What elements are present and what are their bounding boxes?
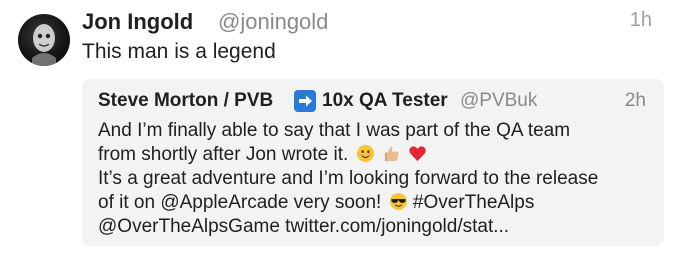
quoted-tweet-timestamp[interactable]: 2h [625,90,646,112]
right-arrow-emoji-icon [294,90,316,112]
quoted-text-segment: from shortly after Jon wrote it. [98,144,349,165]
quoted-text-line: It’s a great adventure and I’m looking f… [98,167,656,191]
hashtag-link[interactable]: #OverTheAlps [413,192,534,213]
sunglasses-face-emoji-icon [389,192,408,211]
quoted-text-line: @OverTheAlpsGame twitter.com/joningold/s… [98,215,656,239]
quoted-tweet-header: Steve Morton / PVB 10x QA Tester @PVBuk … [98,90,650,118]
quoted-text-line: of it on @AppleArcade very soon! #OverTh… [98,191,656,215]
author-handle[interactable]: @joningold [218,9,328,35]
author-name[interactable]: Jon Ingold [82,9,193,35]
quoted-text-line: And I’m finally able to say that I was p… [98,119,656,143]
quoted-text-segment[interactable]: of it on @AppleArcade very soon! [98,192,381,213]
smiling-face-emoji-icon [356,144,375,163]
quoted-author-handle[interactable]: @PVBuk [460,90,537,112]
quoted-text-segment[interactable]: @OverTheAlpsGame twitter.com/joningold/s… [98,216,509,237]
red-heart-emoji-icon [408,144,427,163]
quoted-tweet-text: And I’m finally able to say that I was p… [98,119,656,239]
avatar[interactable] [18,14,70,66]
tweet-header: Jon Ingold @joningold 1h [82,7,662,39]
quoted-text-segment: And I’m finally able to say that I was p… [98,120,571,141]
thumbs-up-emoji-icon [382,144,401,163]
quoted-text-line: from shortly after Jon wrote it. [98,143,656,167]
tweet-timestamp[interactable]: 1h [630,9,652,32]
avatar-image [32,24,56,66]
quoted-tweet[interactable]: Steve Morton / PVB 10x QA Tester @PVBuk … [82,79,664,246]
quoted-text-segment: It’s a great adventure and I’m looking f… [98,168,599,189]
quoted-author-name[interactable]: Steve Morton / PVB [98,90,273,112]
tweet-text: This man is a legend [82,40,276,63]
quoted-author-name-suffix[interactable]: 10x QA Tester [322,90,448,112]
